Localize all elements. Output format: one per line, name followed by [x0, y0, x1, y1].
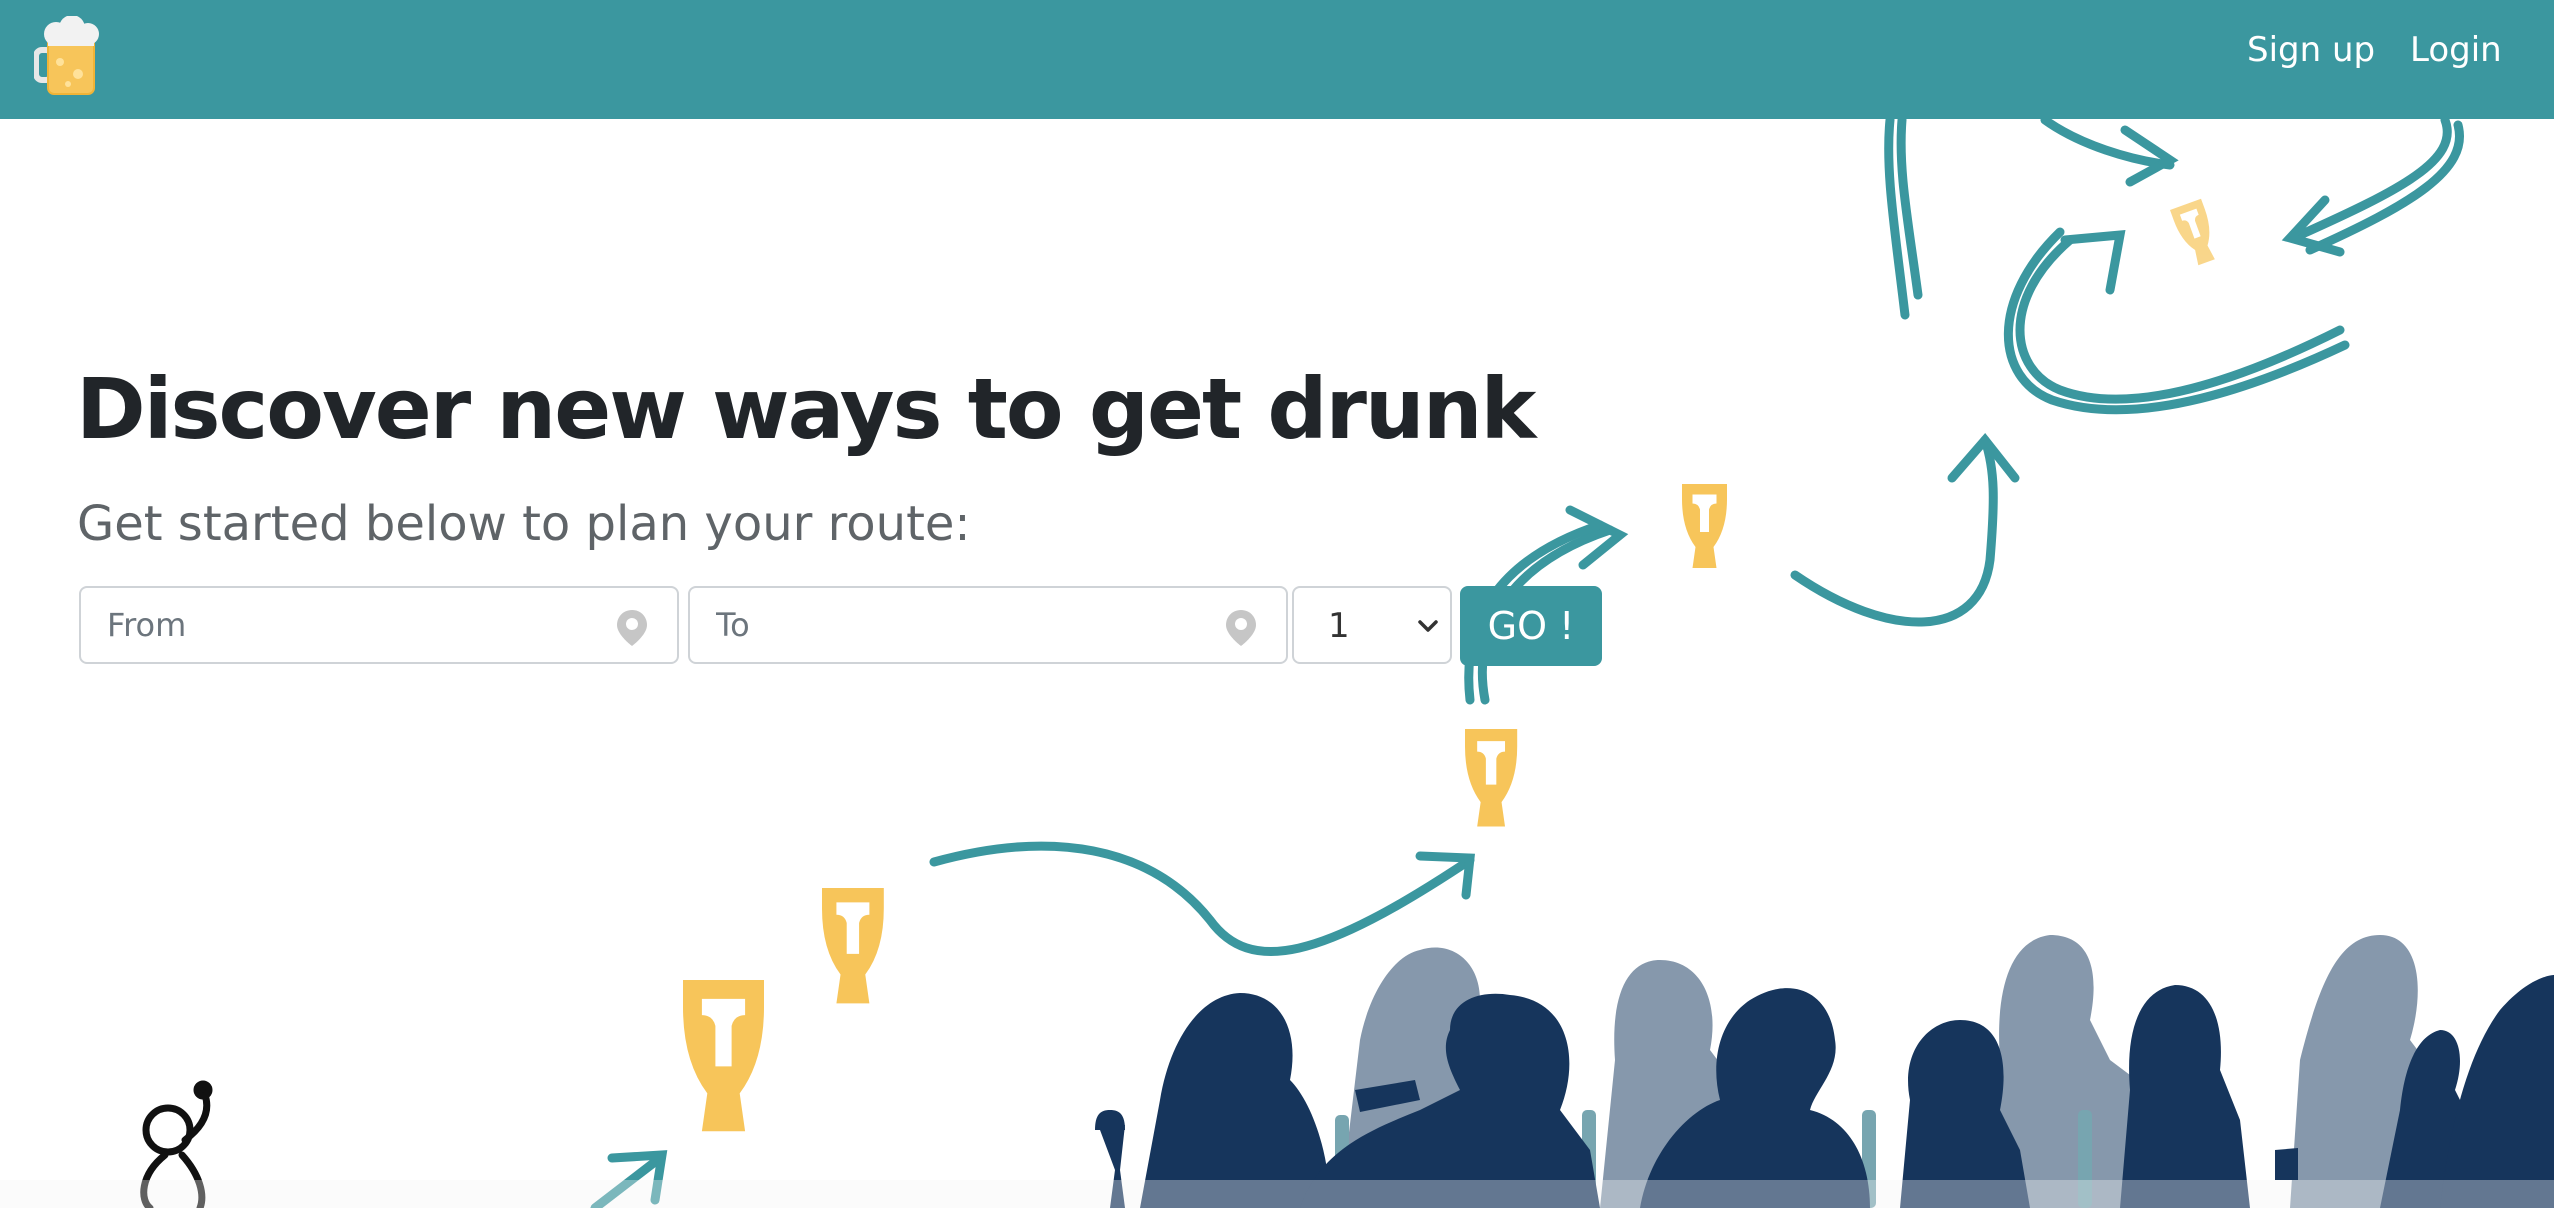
map-pin-icon — [1226, 610, 1256, 646]
stop-count-value: 1 — [1328, 606, 1350, 646]
signup-link[interactable]: Sign up — [2247, 30, 2375, 70]
to-input[interactable] — [690, 588, 1286, 662]
from-input[interactable] — [81, 588, 677, 662]
page-subtitle: Get started below to plan your route: — [77, 496, 971, 552]
login-link[interactable]: Login — [2410, 30, 2502, 70]
go-button[interactable]: GO ! — [1460, 586, 1602, 666]
chevron-down-icon — [1418, 620, 1438, 632]
page-title: Discover new ways to get drunk — [76, 360, 1536, 458]
map-pin-icon — [617, 610, 647, 646]
from-field-wrapper — [79, 586, 679, 664]
top-navbar: Sign up Login — [0, 0, 2554, 119]
stop-count-select[interactable]: 1 — [1292, 586, 1452, 664]
to-field-wrapper — [688, 586, 1288, 664]
beer-mug-icon[interactable] — [34, 16, 106, 98]
